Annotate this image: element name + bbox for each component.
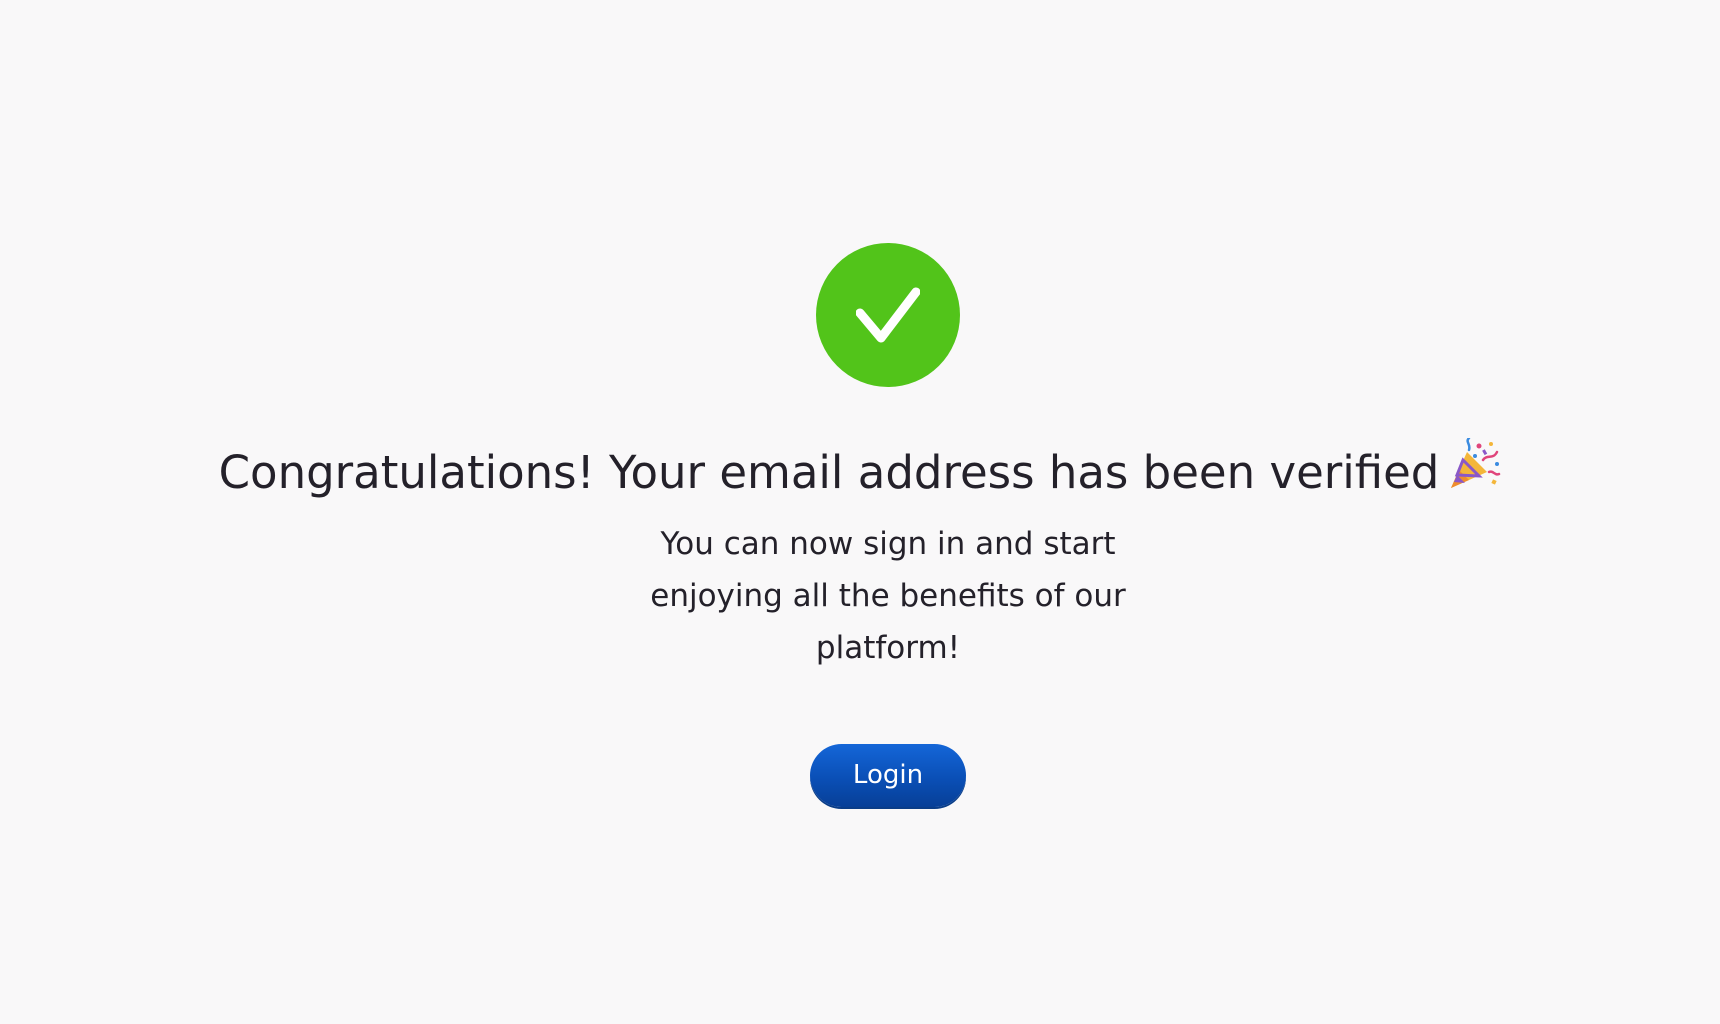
check-icon: [856, 287, 920, 343]
login-button[interactable]: Login: [810, 744, 966, 807]
verification-success-page: Congratulations! Your email address has …: [0, 0, 1720, 1024]
title-row: Congratulations! Your email address has …: [0, 438, 1720, 508]
success-check-icon: [816, 243, 960, 387]
party-popper-icon: [1445, 438, 1501, 494]
page-title: Congratulations! Your email address has …: [218, 446, 1440, 499]
subtitle-text: You can now sign in and start enjoying a…: [650, 526, 1126, 666]
